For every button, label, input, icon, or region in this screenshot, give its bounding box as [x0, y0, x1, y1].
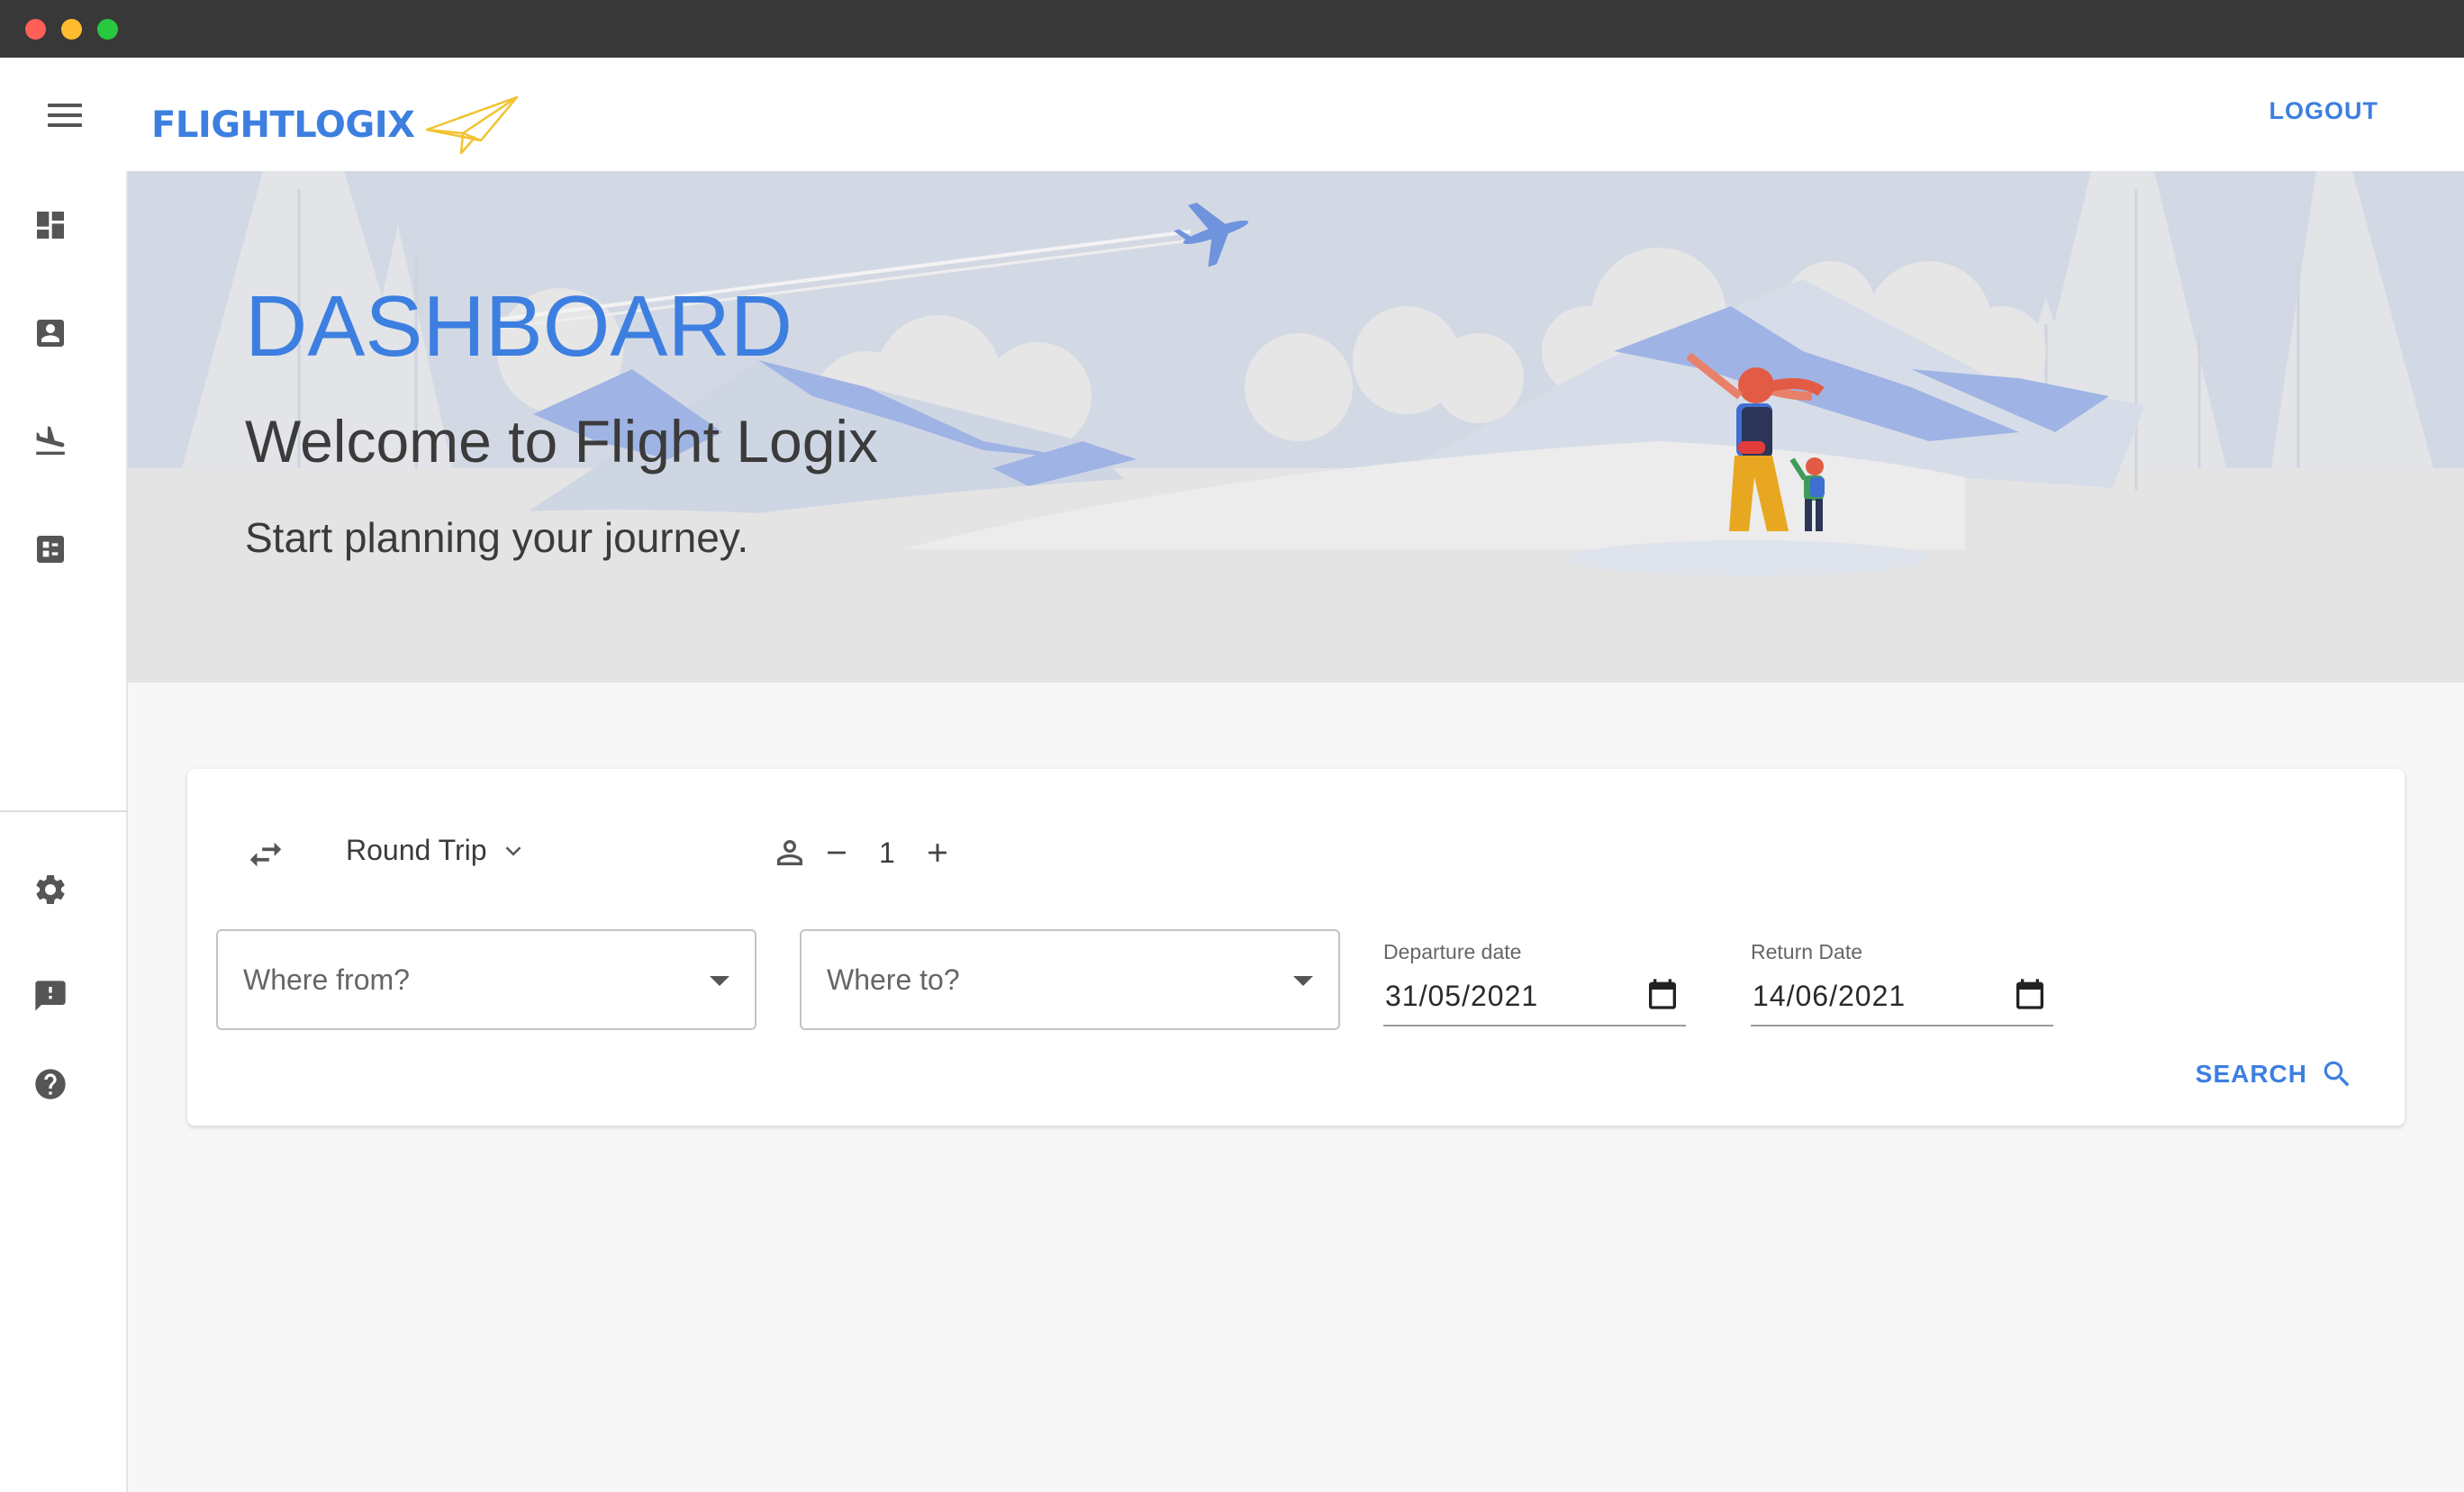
minimize-window-button[interactable]	[61, 19, 82, 40]
swap-horiz-icon[interactable]	[245, 834, 286, 875]
app-bar: FLIGHTLOGIX LOGOUT	[0, 58, 2464, 171]
gear-icon[interactable]	[32, 872, 68, 908]
sidebar-nav	[0, 171, 128, 1492]
origin-select[interactable]: Where from?	[216, 929, 756, 1030]
paper-plane-icon	[426, 95, 519, 155]
flight-search-card: Round Trip 1 Where from? Where to? Depar…	[187, 769, 2405, 1126]
sidebar-divider	[0, 810, 128, 812]
destination-placeholder: Where to?	[827, 963, 960, 996]
trip-type-select[interactable]: Round Trip	[346, 834, 527, 867]
departure-date-field[interactable]: Departure date 31/05/2021	[1383, 940, 1686, 1026]
search-icon	[2324, 1061, 2350, 1087]
brand-name: FLIGHTLOGIX	[151, 104, 415, 146]
window-titlebar	[0, 0, 2464, 58]
search-button-label: SEARCH	[2195, 1060, 2307, 1088]
welcome-heading: Welcome to Flight Logix	[245, 408, 879, 475]
maximize-window-button[interactable]	[97, 19, 118, 40]
passenger-stepper: 1	[771, 834, 953, 872]
help-icon[interactable]	[32, 1066, 68, 1102]
banner-subtitle: Start planning your journey.	[245, 514, 749, 561]
feedback-icon[interactable]	[32, 978, 68, 1014]
page-title: DASHBOARD	[245, 278, 793, 375]
search-button[interactable]: SEARCH	[2196, 1057, 2354, 1091]
person-icon	[777, 840, 802, 865]
flight-land-icon[interactable]	[32, 423, 68, 459]
hero-banner: DASHBOARD Welcome to Flight Logix Start …	[128, 171, 2464, 683]
departure-date-label: Departure date	[1383, 940, 1522, 963]
calendar-icon[interactable]	[1644, 976, 1680, 1012]
logout-button[interactable]: LOGOUT	[2269, 97, 2379, 125]
increase-passengers-button[interactable]	[922, 837, 953, 868]
calendar-icon[interactable]	[2012, 976, 2048, 1012]
hamburger-menu-icon[interactable]	[36, 97, 94, 133]
dashboard-icon[interactable]	[32, 207, 68, 243]
trip-type-value: Round Trip	[346, 834, 487, 866]
chevron-down-icon	[505, 845, 521, 856]
return-date-label: Return Date	[1751, 940, 1863, 963]
departure-date-value: 31/05/2021	[1385, 980, 1539, 1012]
return-date-field[interactable]: Return Date 14/06/2021	[1751, 940, 2053, 1026]
close-window-button[interactable]	[25, 19, 46, 40]
contact-card-icon[interactable]	[32, 315, 68, 351]
brand-logo[interactable]: FLIGHTLOGIX	[151, 94, 522, 157]
list-alt-icon[interactable]	[32, 531, 68, 567]
decrease-passengers-button[interactable]	[821, 837, 852, 868]
dropdown-arrow-icon	[710, 976, 729, 986]
return-date-value: 14/06/2021	[1753, 980, 1907, 1012]
dropdown-arrow-icon	[1293, 976, 1313, 986]
destination-select[interactable]: Where to?	[800, 929, 1340, 1030]
origin-placeholder: Where from?	[243, 963, 410, 996]
passenger-count: 1	[879, 836, 895, 869]
